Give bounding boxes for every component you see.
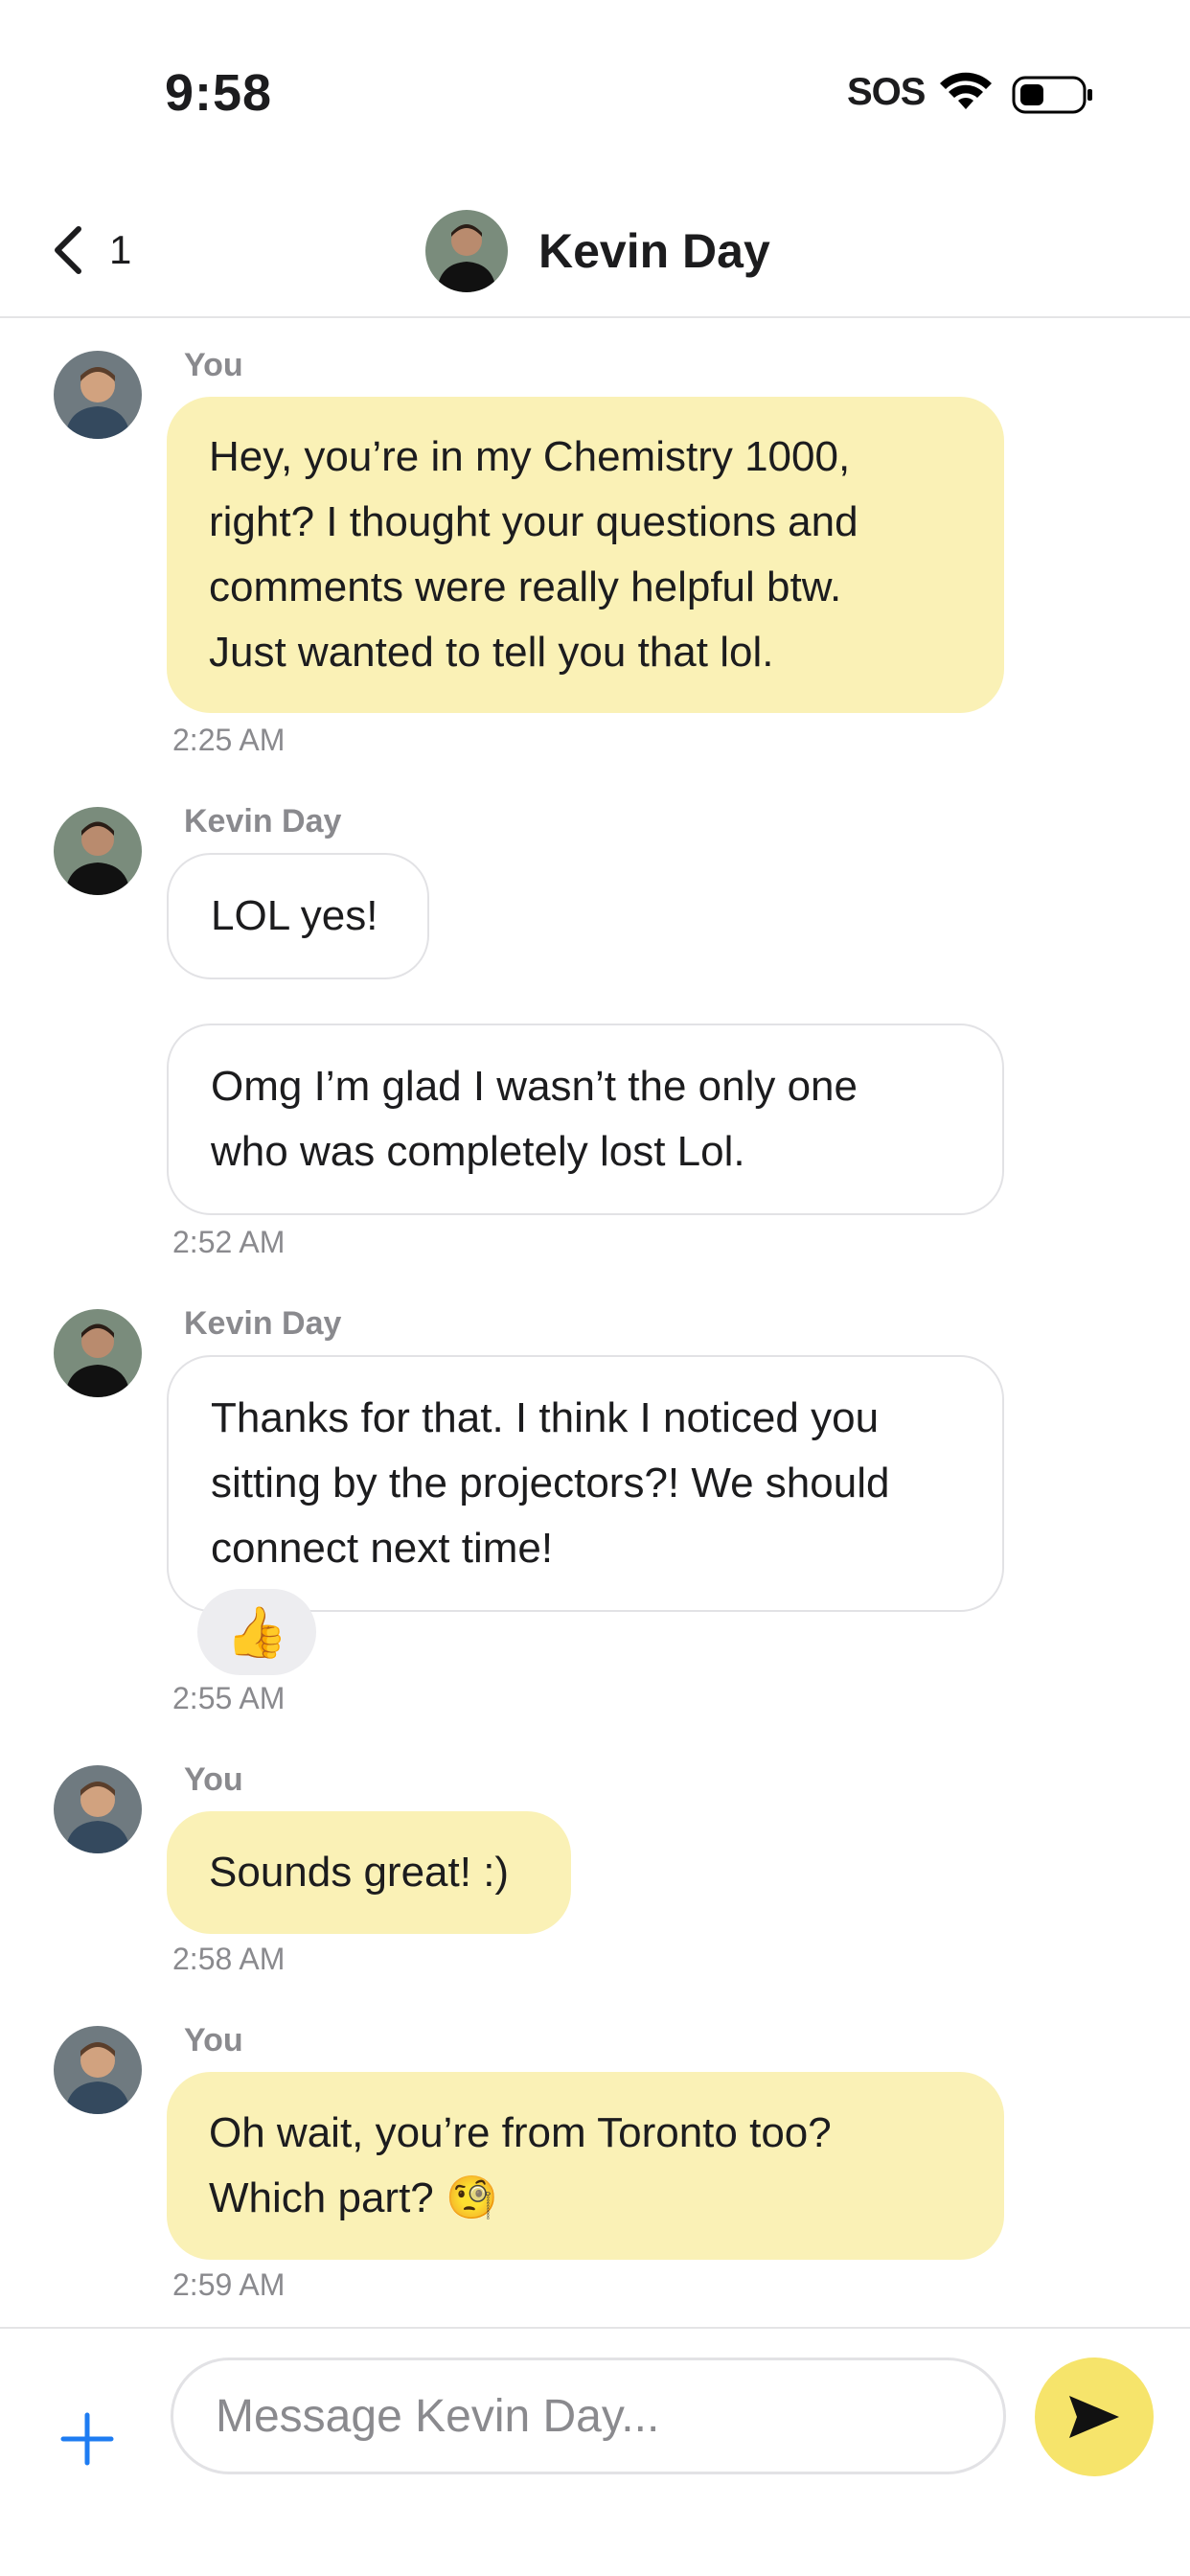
message-list[interactable]: You Hey, you’re in my Chemistry 1000, ri…: [0, 320, 1190, 2327]
message-timestamp: 2:58 AM: [172, 1942, 286, 1976]
message-bubble-incoming[interactable]: Omg I’m glad I wasn’t the only one who w…: [167, 1024, 1004, 1215]
status-sos: SOS: [847, 71, 926, 113]
avatar[interactable]: [54, 1309, 142, 1397]
message-bubble-outgoing[interactable]: Sounds great! :): [167, 1811, 571, 1934]
sender-name: You: [184, 2022, 243, 2058]
message-timestamp: 2:55 AM: [172, 1681, 286, 1715]
status-time: 9:58: [165, 64, 273, 122]
message-text: Hey, you’re in my Chemistry 1000, right?…: [209, 425, 858, 685]
message-line: Oh wait, you’re from Toronto too?: [209, 2109, 832, 2156]
message-line: who was completely lost Lol.: [211, 1128, 745, 1175]
contact-title[interactable]: Kevin Day: [425, 205, 770, 297]
message-bubble-outgoing[interactable]: Hey, you’re in my Chemistry 1000, right?…: [167, 397, 1004, 713]
chat-screen: 9:58 SOS 1 Kevin Day You Hey, you’re in …: [0, 0, 1190, 2576]
message-line: comments were really helpful btw.: [209, 564, 842, 610]
message-line: connect next time!: [211, 1525, 554, 1572]
message-text: Omg I’m glad I wasn’t the only one who w…: [211, 1054, 858, 1184]
unread-count: 1: [109, 227, 132, 272]
message-input[interactable]: [171, 2358, 1006, 2474]
message-timestamp: 2:25 AM: [172, 723, 286, 757]
sender-name: You: [184, 1761, 243, 1798]
message-line: Thanks for that. I think I noticed you: [211, 1394, 880, 1441]
sender-name: You: [184, 347, 243, 383]
back-button[interactable]: 1: [48, 217, 144, 284]
message-bubble-incoming[interactable]: LOL yes!: [167, 853, 429, 979]
status-bar: 9:58 SOS: [0, 0, 1190, 182]
message-bubble-outgoing[interactable]: Oh wait, you’re from Toronto too? Which …: [167, 2072, 1004, 2260]
message-composer: [0, 2327, 1190, 2576]
contact-name: Kevin Day: [538, 224, 770, 278]
avatar[interactable]: [54, 1765, 142, 1853]
avatar[interactable]: [54, 2026, 142, 2114]
message-timestamp: 2:52 AM: [172, 1225, 286, 1259]
contact-avatar[interactable]: [425, 210, 508, 292]
avatar[interactable]: [54, 807, 142, 895]
message-text: LOL yes!: [211, 892, 378, 939]
send-button[interactable]: [1035, 2358, 1154, 2476]
chat-header: 1 Kevin Day: [0, 182, 1190, 318]
message-bubble-incoming[interactable]: Thanks for that. I think I noticed you s…: [167, 1355, 1004, 1612]
message-line: right? I thought your questions and: [209, 498, 858, 545]
message-text: Oh wait, you’re from Toronto too? Which …: [209, 2101, 832, 2231]
message-timestamp: 2:59 AM: [172, 2267, 286, 2302]
sender-name: Kevin Day: [184, 1305, 342, 1342]
message-line: Just wanted to tell you that lol.: [209, 629, 774, 676]
thumbs-up-reaction[interactable]: 👍: [197, 1589, 316, 1675]
sender-name: Kevin Day: [184, 803, 342, 840]
message-line: sitting by the projectors?! We should: [211, 1460, 890, 1506]
message-text: Thanks for that. I think I noticed you s…: [211, 1386, 889, 1581]
send-icon: [1069, 2396, 1119, 2438]
plus-icon[interactable]: [57, 2409, 117, 2469]
message-line: Omg I’m glad I wasn’t the only one: [211, 1063, 858, 1110]
avatar[interactable]: [54, 351, 142, 439]
message-text: Sounds great! :): [209, 1849, 510, 1896]
wifi-icon: [940, 72, 992, 109]
message-line: Hey, you’re in my Chemistry 1000,: [209, 433, 851, 480]
chevron-left-icon: [55, 226, 81, 274]
battery-icon: [1012, 76, 1092, 114]
message-line: Which part? 🧐: [209, 2174, 498, 2221]
